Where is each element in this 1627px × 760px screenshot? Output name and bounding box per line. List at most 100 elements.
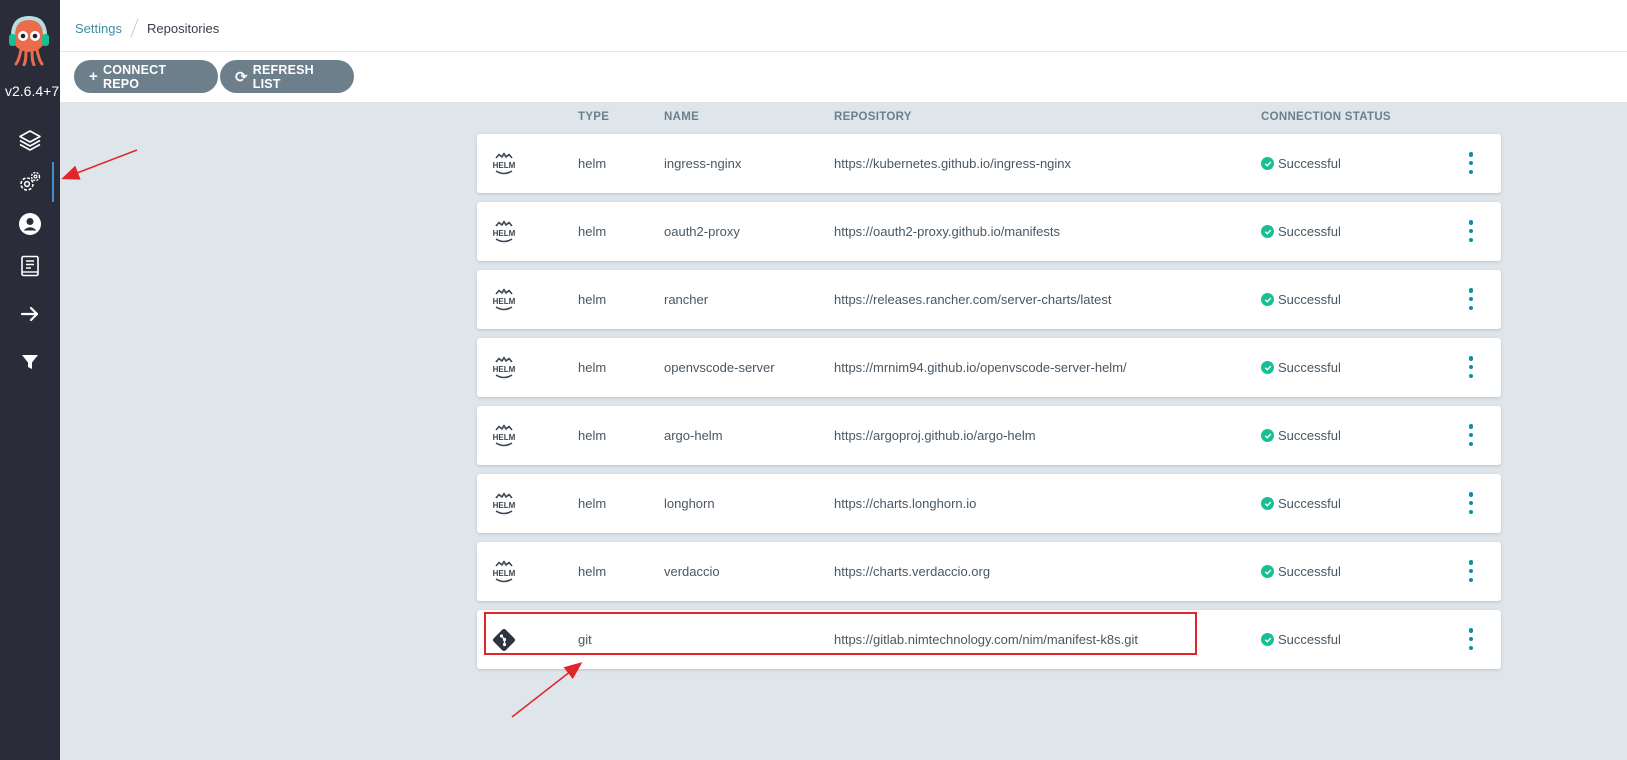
helm-icon: HELM [491, 287, 517, 313]
repo-type: helm [578, 496, 607, 511]
table-row[interactable]: HELM helm argo-helm https://argoproj.github… [477, 406, 1501, 465]
svg-text:HELM: HELM [493, 433, 516, 442]
check-circle-icon [1261, 633, 1274, 646]
helm-icon: HELM [491, 219, 517, 245]
connection-status: Successful [1261, 406, 1341, 465]
arrow-to-git-row [511, 662, 583, 718]
connection-status: Successful [1261, 338, 1341, 397]
row-actions-menu-icon[interactable] [1467, 220, 1475, 242]
repo-type: helm [578, 224, 607, 239]
repo-name: openvscode-server [664, 360, 775, 375]
svg-text:HELM: HELM [493, 229, 516, 238]
breadcrumb-settings-link[interactable]: Settings [75, 21, 122, 36]
check-circle-icon [1261, 293, 1274, 306]
repo-name: longhorn [664, 496, 715, 511]
connection-status-text: Successful [1278, 156, 1341, 171]
helm-icon: HELM [491, 151, 517, 177]
table-row[interactable]: HELM helm longhorn https://charts.longhorn.… [477, 474, 1501, 533]
plus-icon: + [89, 68, 98, 85]
check-circle-icon [1261, 361, 1274, 374]
svg-text:HELM: HELM [493, 297, 516, 306]
helm-icon: HELM [491, 559, 517, 585]
sidebar-item-settings[interactable] [0, 162, 60, 202]
check-circle-icon [1261, 225, 1274, 238]
check-circle-icon [1261, 497, 1274, 510]
column-header-connection-status: CONNECTION STATUS [1261, 111, 1391, 123]
column-header-type: TYPE [578, 111, 610, 123]
connection-status-text: Successful [1278, 632, 1341, 647]
sidebar: v2.6.4+7 [0, 0, 60, 760]
connection-status-text: Successful [1278, 224, 1341, 239]
helm-icon: HELM [491, 491, 517, 517]
refresh-list-label: REFRESH LIST [252, 62, 314, 91]
layers-icon [19, 130, 41, 151]
repo-type: helm [578, 360, 607, 375]
svg-text:HELM: HELM [493, 365, 516, 374]
connection-status-text: Successful [1278, 428, 1341, 443]
repo-name: verdaccio [664, 564, 720, 579]
svg-text:HELM: HELM [493, 569, 516, 578]
connection-status-text: Successful [1278, 496, 1341, 511]
toolbar: + CONNECT REPO ⟳ REFRESH LIST [60, 52, 1627, 102]
sidebar-item-documentation[interactable] [0, 246, 60, 286]
repo-type: helm [578, 292, 607, 307]
repo-name: argo-helm [664, 428, 723, 443]
sidebar-item-filter[interactable] [0, 342, 60, 382]
version-label: v2.6.4+7 [5, 83, 60, 99]
repo-url: https://kubernetes.github.io/ingress-ngi… [834, 156, 1072, 171]
gear-icon [20, 171, 41, 191]
connection-status: Successful [1261, 610, 1341, 669]
filter-icon [22, 355, 38, 369]
connect-repo-label: CONNECT REPO [102, 62, 167, 91]
connection-status: Successful [1261, 474, 1341, 533]
row-actions-menu-icon[interactable] [1467, 356, 1475, 378]
column-header-repository: REPOSITORY [834, 111, 912, 123]
argo-logo[interactable] [9, 14, 49, 67]
sidebar-item-user-info[interactable] [0, 204, 60, 244]
connection-status: Successful [1261, 134, 1341, 193]
table-row[interactable]: HELM helm openvscode-server https://mrnim94… [477, 338, 1501, 397]
highlight-box [484, 612, 1197, 655]
repo-type: helm [578, 564, 607, 579]
repo-type: helm [578, 428, 607, 443]
row-actions-menu-icon[interactable] [1467, 288, 1475, 310]
svg-text:HELM: HELM [493, 161, 516, 170]
table-row[interactable]: HELM helm verdaccio https://charts.verdacci… [477, 542, 1501, 601]
connection-status-text: Successful [1278, 360, 1341, 375]
refresh-icon: ⟳ [235, 68, 248, 86]
docs-icon [21, 255, 39, 277]
row-actions-menu-icon[interactable] [1467, 152, 1475, 174]
row-actions-menu-icon[interactable] [1467, 424, 1475, 446]
row-actions-menu-icon[interactable] [1467, 560, 1475, 582]
repo-name: ingress-nginx [664, 156, 742, 171]
check-circle-icon [1261, 157, 1274, 170]
top-bar: Settings Repositories [60, 0, 1627, 52]
breadcrumb: Settings Repositories [75, 18, 219, 38]
refresh-list-button[interactable]: ⟳ REFRESH LIST [220, 60, 354, 93]
table-row[interactable]: HELM helm ingress-nginx https://kubernetes.… [477, 134, 1501, 193]
repo-url: https://releases.rancher.com/server-char… [834, 292, 1112, 307]
repo-type: helm [578, 156, 607, 171]
repo-url: https://argoproj.github.io/argo-helm [834, 428, 1036, 443]
user-icon [19, 213, 41, 235]
table-row[interactable]: HELM helm oauth2-proxy https://oauth2-proxy… [477, 202, 1501, 261]
sidebar-item-applications[interactable] [0, 120, 60, 160]
page-title: Repositories [146, 20, 220, 36]
table-row[interactable]: HELM helm rancher https://releases.rancher.… [477, 270, 1501, 329]
sidebar-item-expand[interactable] [0, 294, 60, 334]
repo-url: https://oauth2-proxy.github.io/manifests [834, 224, 1060, 239]
connect-repo-button[interactable]: + CONNECT REPO [74, 60, 218, 93]
arrow-right-icon [20, 306, 39, 322]
connection-status: Successful [1261, 202, 1341, 261]
row-actions-menu-icon[interactable] [1467, 492, 1475, 514]
repo-url: https://charts.verdaccio.org [834, 564, 991, 579]
helm-icon: HELM [491, 355, 517, 381]
svg-text:HELM: HELM [493, 501, 516, 510]
row-actions-menu-icon[interactable] [1467, 628, 1475, 650]
check-circle-icon [1261, 429, 1274, 442]
connection-status: Successful [1261, 542, 1341, 601]
helm-icon: HELM [491, 423, 517, 449]
repo-name: rancher [664, 292, 709, 307]
check-circle-icon [1261, 565, 1274, 578]
repo-url: https://mrnim94.github.io/openvscode-ser… [834, 360, 1127, 375]
